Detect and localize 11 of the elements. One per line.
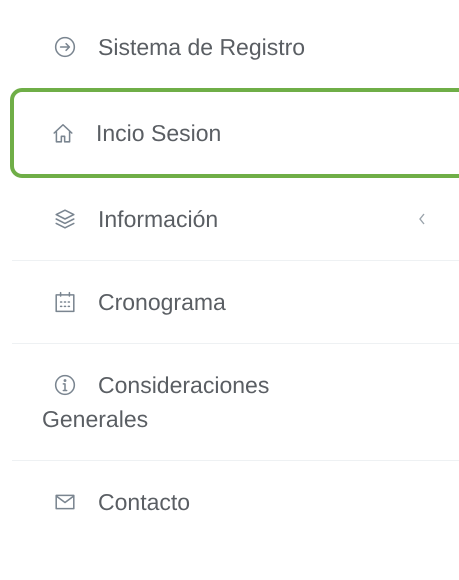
arrow-circle-icon bbox=[54, 36, 76, 58]
info-icon bbox=[54, 374, 76, 396]
menu-item[interactable]: Información bbox=[12, 178, 459, 260]
menu-item[interactable]: Cronograma bbox=[12, 260, 459, 343]
menu-item[interactable]: Contacto bbox=[12, 460, 459, 543]
home-icon bbox=[52, 122, 74, 144]
menu-item[interactable]: Incio Sesion bbox=[10, 88, 459, 178]
menu-item[interactable]: Consideraciones Generales bbox=[12, 343, 459, 460]
calendar-icon bbox=[54, 291, 76, 313]
menu-item[interactable]: Sistema de Registro bbox=[12, 6, 459, 88]
layers-icon bbox=[54, 208, 76, 230]
